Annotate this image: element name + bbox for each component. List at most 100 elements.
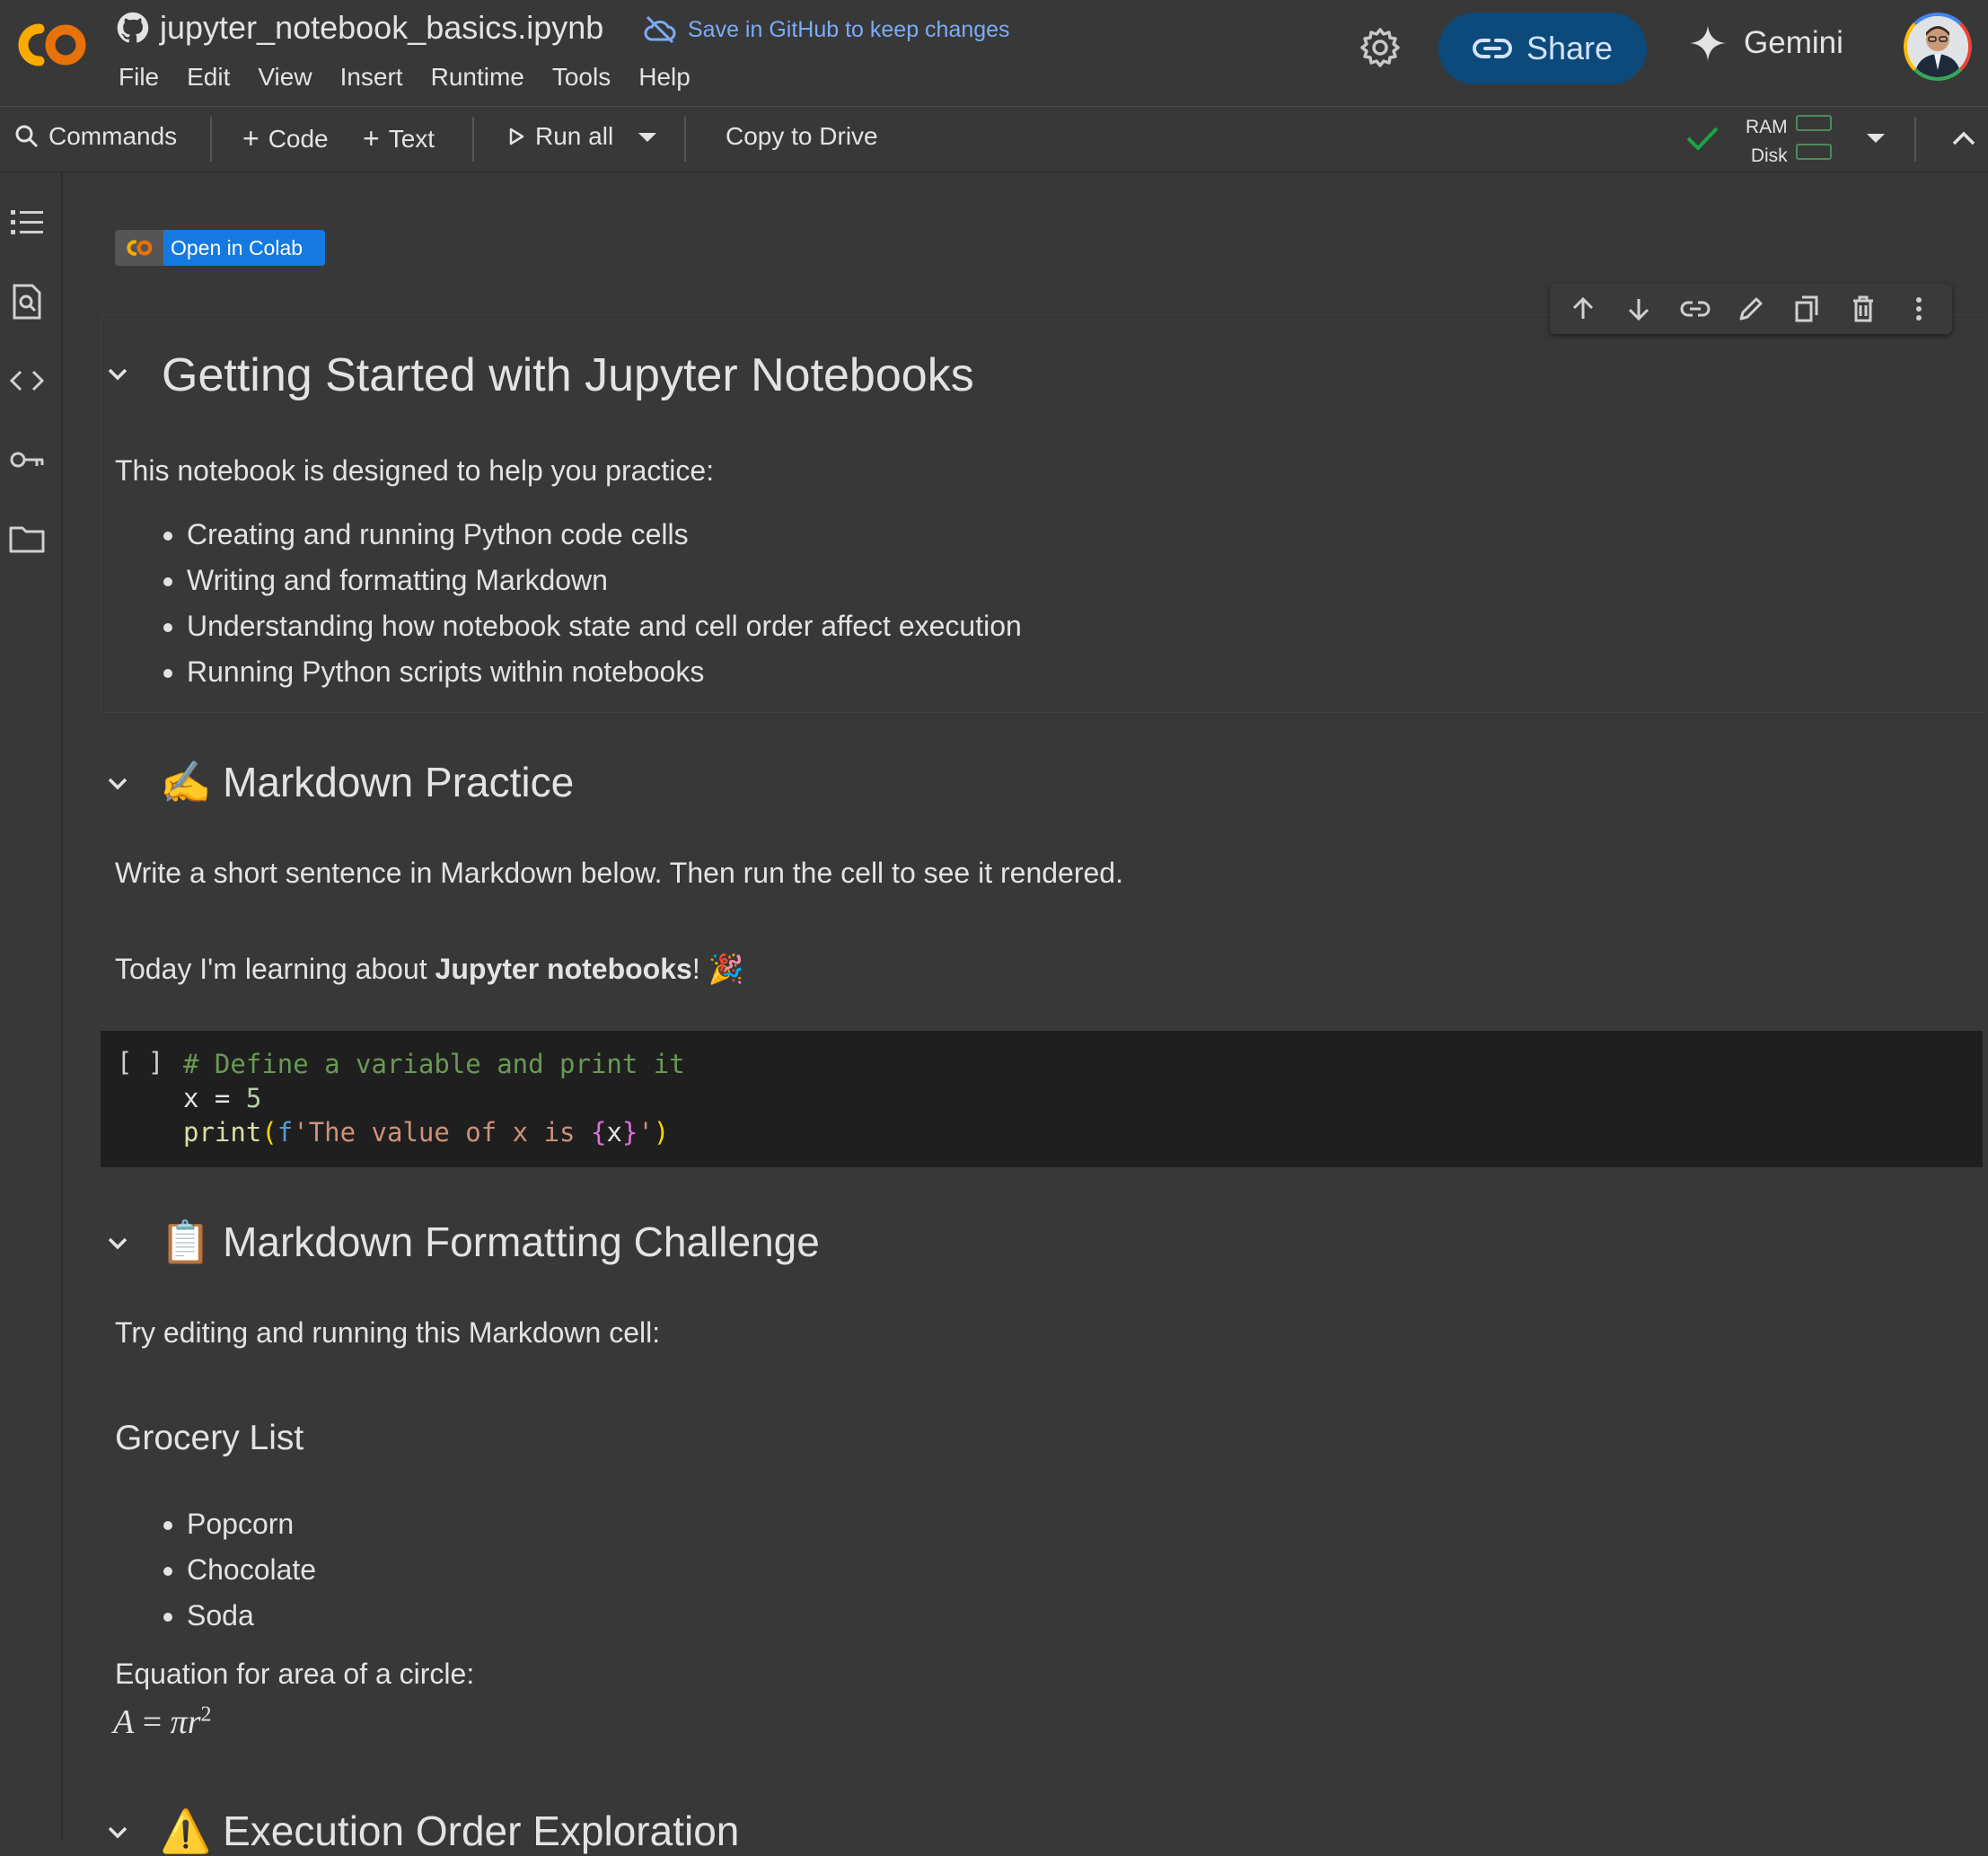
section-heading: ✍️ Markdown Practice xyxy=(160,758,574,807)
copy-link-icon[interactable] xyxy=(1680,294,1711,324)
files-folder-icon[interactable] xyxy=(7,519,47,559)
resource-monitor[interactable]: RAM Disk xyxy=(1746,113,1788,171)
colab-logo-icon[interactable] xyxy=(13,16,90,74)
settings-gear-icon[interactable] xyxy=(1359,27,1401,68)
collapse-section-chevron-icon[interactable] xyxy=(106,1821,129,1844)
menu-bar: File Edit View Insert Runtime Tools Help xyxy=(119,63,691,92)
add-text-label[interactable]: Text xyxy=(389,125,435,154)
list-item: Creating and running Python code cells xyxy=(187,512,1022,558)
menu-tools[interactable]: Tools xyxy=(552,63,611,92)
mirror-cell-icon[interactable] xyxy=(1791,294,1822,324)
equation-equals: = xyxy=(134,1703,171,1741)
run-all-button[interactable]: Run all xyxy=(506,122,613,151)
table-of-contents-icon[interactable] xyxy=(7,203,47,242)
list-item: Understanding how notebook state and cel… xyxy=(187,603,1022,649)
sentence-end-text: ! 🎉 xyxy=(691,953,744,985)
menu-insert[interactable]: Insert xyxy=(340,63,403,92)
code-editor[interactable]: # Define a variable and print it x = 5 p… xyxy=(183,1047,685,1149)
list-item: Writing and formatting Markdown xyxy=(187,558,1022,603)
toolbar-divider xyxy=(472,117,474,162)
code-snippets-icon[interactable] xyxy=(7,361,47,400)
code-variable: x xyxy=(606,1117,622,1148)
add-code-label[interactable]: Code xyxy=(268,125,329,154)
toolbar-divider xyxy=(210,117,212,162)
left-sidebar xyxy=(0,172,63,1841)
disk-usage-bar xyxy=(1796,144,1832,160)
search-icon xyxy=(15,125,39,148)
menu-file[interactable]: File xyxy=(119,63,159,92)
plus-icon: + xyxy=(363,122,380,154)
badge-text[interactable]: Open in Colab xyxy=(163,230,325,266)
edit-pencil-icon[interactable] xyxy=(1736,294,1766,324)
clipboard-emoji-icon: 📋 xyxy=(160,1218,212,1265)
equation-rhs: πr xyxy=(170,1703,201,1741)
code-variable: x xyxy=(183,1083,199,1113)
user-avatar[interactable] xyxy=(1904,13,1972,81)
add-code-button[interactable]: + Code xyxy=(242,122,329,155)
menu-help[interactable]: Help xyxy=(638,63,691,92)
collapse-section-chevron-icon[interactable] xyxy=(106,1232,129,1255)
open-in-colab-badge[interactable]: Open in Colab xyxy=(115,230,325,266)
warning-emoji-icon: ⚠️ xyxy=(160,1808,212,1854)
learning-sentence: Today I'm learning about Jupyter noteboo… xyxy=(115,952,743,986)
connected-check-icon[interactable] xyxy=(1685,124,1720,153)
copy-to-drive-button[interactable]: Copy to Drive xyxy=(726,122,878,151)
code-paren: ( xyxy=(261,1117,277,1148)
ram-usage-bar xyxy=(1796,115,1832,131)
list-item: Popcorn xyxy=(187,1501,316,1547)
toolbar-divider xyxy=(684,117,686,162)
commands-button[interactable]: Commands xyxy=(14,122,177,151)
list-item: Chocolate xyxy=(187,1547,316,1593)
equation-exponent: 2 xyxy=(200,1702,212,1727)
code-brace: { xyxy=(590,1117,607,1148)
section-heading: ⚠️ Execution Order Exploration xyxy=(160,1807,739,1856)
writing-hand-emoji-icon: ✍️ xyxy=(160,759,212,805)
grocery-list: Popcorn Chocolate Soda xyxy=(115,1501,316,1639)
notebook-title[interactable]: jupyter_notebook_basics.ipynb xyxy=(117,9,603,47)
colab-badge-icon xyxy=(127,240,153,256)
more-options-icon[interactable] xyxy=(1904,294,1934,324)
disk-label: Disk xyxy=(1750,145,1788,166)
add-text-button[interactable]: + Text xyxy=(363,122,435,155)
save-github-link[interactable]: Save in GitHub to keep changes xyxy=(643,14,1010,45)
menu-edit[interactable]: Edit xyxy=(187,63,230,92)
equation-lhs: A xyxy=(113,1703,135,1741)
cell-toolbar xyxy=(1550,284,1952,334)
run-all-label[interactable]: Run all xyxy=(535,122,613,151)
delete-trash-icon[interactable] xyxy=(1848,294,1878,324)
save-github-label[interactable]: Save in GitHub to keep changes xyxy=(688,17,1010,43)
sentence-bold-text: Jupyter notebooks xyxy=(435,953,692,985)
practice-instruction: Write a short sentence in Markdown below… xyxy=(115,857,1123,889)
menu-view[interactable]: View xyxy=(258,63,312,92)
collapse-section-chevron-icon[interactable] xyxy=(106,772,129,796)
runtime-dropdown-icon[interactable] xyxy=(1864,131,1887,145)
menu-runtime[interactable]: Runtime xyxy=(431,63,524,92)
move-cell-down-icon[interactable] xyxy=(1623,294,1654,324)
section-heading-text: Markdown Formatting Challenge xyxy=(223,1218,820,1265)
gemini-sparkle-icon xyxy=(1690,25,1726,61)
collapse-section-chevron-icon[interactable] xyxy=(106,363,129,386)
practice-list: Creating and running Python code cells W… xyxy=(115,512,1022,695)
gemini-button[interactable]: Gemini xyxy=(1688,23,1843,63)
notebook-filename[interactable]: jupyter_notebook_basics.ipynb xyxy=(160,9,603,47)
code-brace: } xyxy=(621,1117,638,1148)
gemini-label[interactable]: Gemini xyxy=(1744,25,1843,61)
move-cell-up-icon[interactable] xyxy=(1568,294,1598,324)
ram-label: RAM xyxy=(1746,117,1788,137)
secrets-key-icon[interactable] xyxy=(7,440,47,479)
commands-label[interactable]: Commands xyxy=(48,122,177,151)
collapse-header-icon[interactable] xyxy=(1950,128,1977,149)
area-equation: A = πr2 xyxy=(113,1702,211,1742)
section-heading: 📋 Markdown Formatting Challenge xyxy=(160,1218,820,1267)
share-button[interactable]: Share xyxy=(1438,13,1647,84)
toolbar-divider xyxy=(1914,117,1916,162)
execution-count[interactable]: [ ] xyxy=(117,1047,163,1078)
code-operator: = xyxy=(198,1083,246,1113)
section-heading-text: Markdown Practice xyxy=(223,759,575,805)
code-string: 'The value of x is xyxy=(293,1117,591,1148)
plus-icon: + xyxy=(242,122,259,154)
copy-to-drive-label[interactable]: Copy to Drive xyxy=(726,122,878,151)
run-all-dropdown-icon[interactable] xyxy=(636,130,659,145)
share-label[interactable]: Share xyxy=(1526,30,1613,67)
find-replace-icon[interactable] xyxy=(7,282,47,321)
